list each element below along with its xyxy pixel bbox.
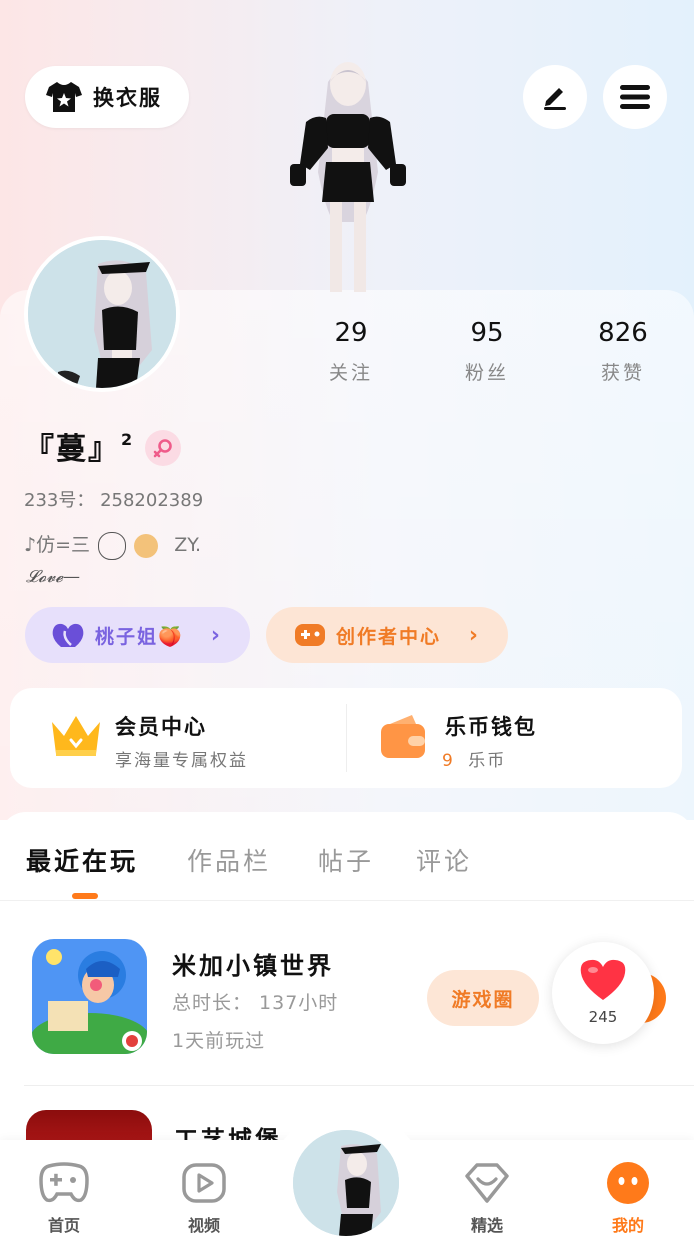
peach-sister-label: 桃子姐🍑 [95, 625, 184, 648]
chevron-right-icon: › [468, 622, 478, 648]
crown-icon [52, 716, 100, 756]
mine-face-icon [607, 1162, 649, 1204]
nav-mine[interactable]: 我的 [588, 1160, 668, 1236]
heart-count: 245 [588, 1008, 618, 1026]
member-center-subtitle: 享海量专属权益 [115, 751, 248, 771]
tab-divider [0, 900, 694, 901]
stat-followers-label: 粉丝 [464, 362, 509, 384]
nav-video-label: 视频 [187, 1216, 220, 1235]
nav-video[interactable]: 视频 [164, 1160, 244, 1236]
avatar-image [293, 1130, 399, 1236]
bio-emoji-dog [134, 533, 159, 558]
bio-line-1-tail: ZY. [174, 534, 201, 556]
edit-icon [544, 88, 566, 110]
wallet-icon [381, 715, 425, 758]
bio-line-2: 𝓛𝓸𝓿𝓮— [26, 567, 80, 587]
wallet-button[interactable]: 乐币钱包 9 乐币 [370, 700, 670, 778]
wallet-amount: 9 [442, 751, 455, 771]
bio-line-1-text: ♪仿=三 [24, 534, 91, 556]
game-icon-miga-town[interactable] [32, 939, 147, 1054]
tab-comments[interactable]: 评论 [416, 842, 472, 878]
nav-featured[interactable]: 精选 [447, 1160, 527, 1236]
user-id: 233号： 258202389 [24, 490, 204, 511]
purple-heart-icon [52, 623, 84, 647]
stat-following-count: 29 [334, 318, 368, 348]
wallet-title: 乐币钱包 [445, 715, 537, 739]
nav-mine-label: 我的 [611, 1216, 644, 1235]
member-divider [346, 704, 347, 772]
stat-following-label: 关注 [328, 362, 373, 384]
gender-female-icon [145, 430, 181, 466]
featured-gem-icon [465, 1163, 509, 1203]
tab-works[interactable]: 作品栏 [187, 842, 271, 878]
change-outfit-label: 换衣服 [93, 86, 162, 110]
menu-icon [620, 85, 650, 109]
floating-heart-button[interactable]: 245 [552, 942, 654, 1044]
bio-emoji-face [98, 531, 127, 560]
game-title[interactable]: 米加小镇世界 [172, 946, 334, 981]
creator-center-label: 创作者中心 [336, 625, 442, 648]
row-divider [24, 1085, 694, 1086]
stat-following[interactable]: 29 关注 [301, 318, 401, 385]
shirt-icon [46, 82, 82, 112]
creator-center-button[interactable]: 创作者中心 › [266, 607, 508, 663]
member-center-button[interactable]: 会员中心 享海量专属权益 [30, 700, 330, 778]
stat-followers[interactable]: 95 粉丝 [437, 318, 537, 385]
stat-followers-count: 95 [470, 318, 504, 348]
peach-sister-button[interactable]: 桃子姐🍑 › [25, 607, 250, 663]
tab-recent-played[interactable]: 最近在玩 [26, 842, 138, 878]
video-icon [182, 1163, 226, 1203]
stat-likes-count: 826 [598, 318, 648, 348]
wallet-unit: 乐币 [468, 751, 507, 771]
profile-avatar[interactable] [24, 236, 180, 392]
tab-active-indicator [72, 893, 98, 899]
member-center-title: 会员中心 [115, 715, 207, 739]
nickname-superscript: 2 [121, 430, 133, 449]
heart-icon [580, 959, 626, 1000]
nav-home[interactable]: 首页 [24, 1160, 104, 1236]
game-circle-button[interactable]: 游戏圈 [427, 970, 539, 1026]
game-total-time: 总时长： 137小时 [172, 992, 339, 1014]
avatar-character-figure [290, 62, 406, 292]
game-last-played: 1天前玩过 [172, 1030, 266, 1052]
wallet-balance: 9 乐币 [442, 746, 506, 771]
nav-featured-label: 精选 [470, 1216, 503, 1235]
bio-line-1: ♪仿=三 ZY. [24, 530, 201, 560]
menu-button[interactable] [603, 65, 667, 129]
tab-posts[interactable]: 帖子 [318, 842, 374, 878]
change-outfit-button[interactable]: 换衣服 [25, 66, 189, 128]
nav-home-label: 首页 [47, 1216, 80, 1235]
chevron-right-icon: › [210, 622, 220, 648]
nav-center-avatar[interactable] [289, 1126, 403, 1240]
avatar-image [28, 240, 176, 388]
nickname: 『蔓』 [24, 432, 120, 467]
gamepad-icon [39, 1162, 89, 1203]
edit-profile-button[interactable] [523, 65, 587, 129]
stat-likes-label: 获赞 [600, 362, 645, 384]
gamepad-icon [295, 624, 325, 646]
stat-likes[interactable]: 826 获赞 [573, 318, 673, 385]
